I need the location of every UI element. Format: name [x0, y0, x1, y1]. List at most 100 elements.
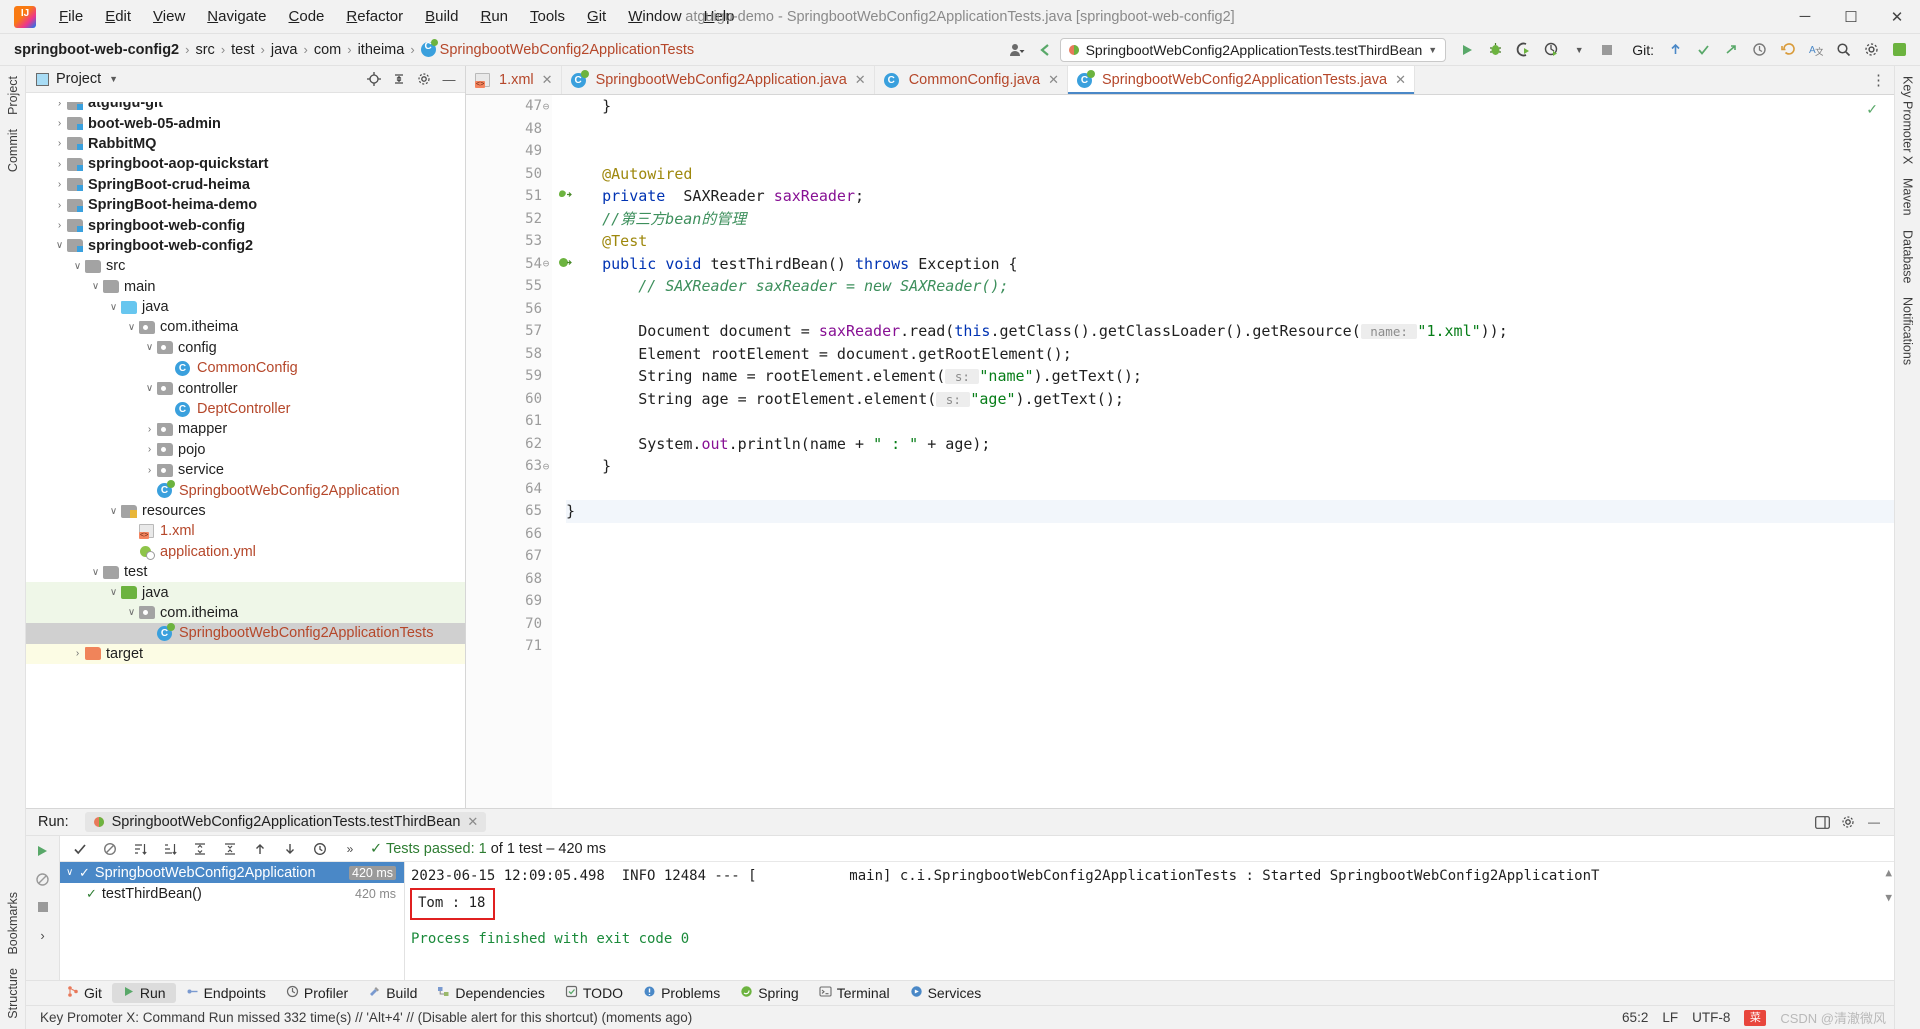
breadcrumb-item-project[interactable]: springboot-web-config2: [8, 40, 183, 60]
tool-button-spring[interactable]: Spring: [730, 983, 808, 1003]
menu-edit[interactable]: Edit: [94, 5, 142, 28]
line-number[interactable]: 52: [466, 208, 552, 231]
line-number[interactable]: 61: [466, 410, 552, 433]
code-fold-icon[interactable]: ⊖: [540, 460, 552, 473]
menu-view[interactable]: View: [142, 5, 196, 28]
tree-node[interactable]: ∨ src: [26, 256, 465, 276]
ide-icon[interactable]: [1886, 38, 1912, 62]
menu-refactor[interactable]: Refactor: [335, 5, 414, 28]
chevron-down-icon[interactable]: ▼: [109, 74, 118, 84]
menu-git[interactable]: Git: [576, 5, 617, 28]
editor-tab-options[interactable]: ⋮: [1863, 66, 1894, 94]
code-line[interactable]: Element rootElement = document.getRootEl…: [566, 343, 1894, 366]
editor-tab[interactable]: 1.xml ✕: [466, 66, 562, 94]
chevron-down-icon[interactable]: ∨: [106, 302, 121, 313]
scroll-down-icon[interactable]: ▼: [1885, 891, 1892, 904]
tool-tab-notifications[interactable]: Notifications: [1898, 291, 1918, 371]
code-line[interactable]: @Test: [566, 230, 1894, 253]
rerun-failed-tests-button[interactable]: [31, 868, 55, 890]
collapse-all-icon[interactable]: [387, 68, 411, 90]
code-line[interactable]: [566, 478, 1894, 501]
hide-panel-icon[interactable]: —: [1864, 812, 1884, 832]
line-number[interactable]: 64: [466, 478, 552, 501]
chevron-down-icon[interactable]: ∨: [106, 506, 121, 517]
console-output[interactable]: 2023-06-15 12:09:05.498 INFO 12484 --- […: [405, 862, 1894, 980]
tree-node[interactable]: › application.yml: [26, 542, 465, 562]
tool-button-run[interactable]: Run: [111, 983, 176, 1003]
user-icon[interactable]: [1004, 38, 1030, 62]
chevron-down-icon[interactable]: ∨: [70, 261, 85, 272]
debug-button[interactable]: [1482, 38, 1508, 62]
line-number[interactable]: 70: [466, 613, 552, 636]
tool-button-profiler[interactable]: Profiler: [276, 983, 358, 1003]
minimize-button[interactable]: ─: [1782, 0, 1828, 34]
run-configuration-selector[interactable]: SpringbootWebConfig2ApplicationTests.tes…: [1059, 37, 1447, 62]
code-line[interactable]: [566, 568, 1894, 591]
chevron-right-icon[interactable]: ›: [142, 444, 157, 455]
code-line[interactable]: }: [566, 95, 1894, 118]
test-results-tree[interactable]: ∨ ✓ SpringbootWebConfig2Application 420 ms ✓…: [60, 862, 405, 980]
git-update-icon[interactable]: [1662, 38, 1688, 62]
profiler-button[interactable]: [1538, 38, 1564, 62]
line-number[interactable]: 60: [466, 388, 552, 411]
chevron-down-icon[interactable]: ∨: [124, 322, 139, 333]
test-ignored-filter-icon[interactable]: [100, 839, 120, 859]
menu-build[interactable]: Build: [414, 5, 469, 28]
project-settings-icon[interactable]: [412, 68, 436, 90]
tree-node[interactable]: ∨ config: [26, 338, 465, 358]
tree-node[interactable]: ∨ java: [26, 582, 465, 603]
hide-panel-icon[interactable]: —: [437, 68, 461, 90]
caret-position[interactable]: 65:2: [1622, 1010, 1648, 1025]
prev-test-icon[interactable]: [250, 839, 270, 859]
chevron-down-icon[interactable]: ∨: [142, 383, 157, 394]
code-editor[interactable]: 47 ⊖ 48 49 50 51 52 53 54 ⊖ 55 56 57 58 59 60 61 62 63 ⊖ 64 6…: [466, 95, 1894, 808]
menu-tools[interactable]: Tools: [519, 5, 576, 28]
run-with-coverage-button[interactable]: [1510, 38, 1536, 62]
tool-tab-bookmarks[interactable]: Bookmarks: [3, 886, 23, 961]
tree-node[interactable]: ∨ controller: [26, 378, 465, 398]
tree-node[interactable]: › 1.xml: [26, 521, 465, 541]
tree-node[interactable]: › CommonConfig: [26, 358, 465, 378]
breadcrumb-item-com[interactable]: com: [310, 40, 345, 60]
chevron-right-icon[interactable]: ›: [142, 465, 157, 476]
chevron-right-icon[interactable]: ›: [52, 118, 67, 129]
line-number[interactable]: 62: [466, 433, 552, 456]
code-line[interactable]: [566, 298, 1894, 321]
line-number[interactable]: 66: [466, 523, 552, 546]
breadcrumb-item-src[interactable]: src: [191, 40, 218, 60]
chevron-down-icon[interactable]: ∨: [66, 867, 79, 878]
next-test-icon[interactable]: [280, 839, 300, 859]
chevron-right-icon[interactable]: ›: [142, 485, 157, 496]
stop-button[interactable]: [31, 896, 55, 918]
menu-run[interactable]: Run: [469, 5, 519, 28]
close-icon[interactable]: ✕: [542, 72, 553, 88]
code-line[interactable]: [566, 523, 1894, 546]
code-line[interactable]: }: [566, 455, 1894, 478]
line-number[interactable]: 51: [466, 185, 572, 208]
git-push-icon[interactable]: [1718, 38, 1744, 62]
code-line[interactable]: String name = rootElement.element( s: "n…: [566, 365, 1894, 388]
test-history-icon[interactable]: [310, 839, 330, 859]
code-line[interactable]: public void testThirdBean() throws Excep…: [566, 253, 1894, 276]
menu-file[interactable]: File: [48, 5, 94, 28]
tool-tab-key-promoter[interactable]: Key Promoter X: [1898, 70, 1918, 170]
settings-icon[interactable]: [1838, 812, 1858, 832]
line-number[interactable]: 68: [466, 568, 552, 591]
tree-node[interactable]: › atguigu-git: [26, 102, 465, 113]
tree-node[interactable]: › springboot-web-config: [26, 215, 465, 235]
code-line[interactable]: [566, 118, 1894, 141]
tool-tab-maven[interactable]: Maven: [1898, 172, 1918, 222]
breadcrumb-item-java[interactable]: java: [267, 40, 302, 60]
tool-button-build[interactable]: Build: [358, 983, 427, 1003]
code-fold-icon[interactable]: ⊖: [540, 100, 552, 113]
chevron-right-icon[interactable]: ›: [142, 424, 157, 435]
settings-icon[interactable]: [1858, 38, 1884, 62]
code-line[interactable]: Document document = saxReader.read(this.…: [566, 320, 1894, 343]
expand-run-icon[interactable]: ›: [31, 924, 55, 946]
tree-node[interactable]: ∨ com.itheima: [26, 317, 465, 337]
run-button[interactable]: [1454, 38, 1480, 62]
collapse-all-icon[interactable]: [220, 839, 240, 859]
main-menu[interactable]: File Edit View Navigate Code Refactor Bu…: [48, 5, 745, 28]
close-icon[interactable]: ✕: [467, 814, 478, 830]
run-session-tab[interactable]: SpringbootWebConfig2ApplicationTests.tes…: [84, 812, 487, 832]
